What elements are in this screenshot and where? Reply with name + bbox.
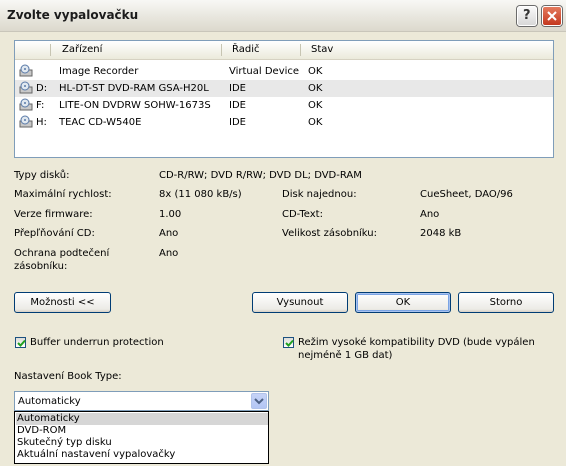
- drive-letter: D:: [36, 83, 48, 94]
- ok-button[interactable]: OK: [355, 292, 451, 313]
- title-bar: Zvolte vypalovačku ?: [0, 0, 566, 32]
- buffer-underrun-checkbox[interactable]: [15, 337, 26, 348]
- firmware-label: Verze firmware:: [14, 209, 93, 220]
- dvd-compat-checkbox[interactable]: [283, 337, 294, 348]
- header-device[interactable]: Zařízení: [62, 44, 102, 55]
- underrun-value: Ano: [159, 248, 179, 259]
- max-speed-label: Maximální rychlost:: [14, 189, 112, 200]
- device-controller: IDE: [229, 83, 246, 94]
- checkmark-icon: [285, 339, 294, 347]
- book-type-label: Nastavení Book Type:: [14, 371, 122, 382]
- overburn-value: Ano: [159, 228, 179, 239]
- list-item[interactable]: H: TEAC CD-W540E IDE OK: [15, 114, 553, 131]
- close-icon: [547, 11, 557, 21]
- eject-button[interactable]: Vysunout: [252, 292, 348, 313]
- device-status: OK: [308, 66, 323, 77]
- list-header: Zařízení Řadič Stav: [15, 41, 553, 60]
- drive-icon: [19, 115, 33, 128]
- device-status: OK: [308, 100, 323, 111]
- header-separator: [50, 44, 51, 56]
- disc-at-once-value: CueSheet, DAO/96: [420, 189, 513, 200]
- drive-letter: F:: [36, 100, 45, 111]
- drive-letter: H:: [36, 117, 47, 128]
- dvd-compat-label-line1[interactable]: Režim vysoké kompatibility DVD (bude vyp…: [298, 337, 535, 348]
- disc-at-once-label: Disk najednou:: [282, 189, 357, 200]
- device-name: Image Recorder: [59, 66, 139, 77]
- cancel-button[interactable]: Storno: [458, 292, 554, 313]
- checkmark-icon: [17, 339, 26, 347]
- chevron-down-icon: [254, 398, 264, 405]
- cdtext-label: CD-Text:: [282, 209, 323, 220]
- device-status: OK: [308, 117, 323, 128]
- overburn-label: Přepľňování CD:: [14, 228, 95, 239]
- header-separator: [300, 44, 301, 56]
- dropdown-arrow-button[interactable]: [251, 393, 267, 409]
- window-title: Zvolte vypalovačku: [7, 8, 139, 22]
- help-button[interactable]: ?: [517, 6, 537, 26]
- device-name: LITE-ON DVDRW SOHW-1673S: [59, 100, 211, 111]
- device-name: HL-DT-ST DVD-RAM GSA-H20L: [59, 83, 209, 94]
- burner-dialog: Zvolte vypalovačku ? Zařízení Řadič Stav…: [0, 0, 566, 466]
- buffer-underrun-label[interactable]: Buffer underrun protection: [30, 337, 164, 348]
- header-status[interactable]: Stav: [311, 44, 333, 55]
- disc-types-label: Typy disků:: [14, 170, 70, 181]
- device-controller: Virtual Device: [229, 66, 300, 77]
- underrun-label-line1: Ochrana podtečení: [14, 248, 110, 259]
- book-type-option[interactable]: Skutečný typ disku: [16, 437, 268, 449]
- drive-icon: [19, 98, 33, 111]
- firmware-value: 1.00: [159, 209, 182, 220]
- header-separator: [221, 44, 222, 56]
- buffer-size-label: Velikost zásobníku:: [282, 228, 377, 239]
- book-type-option[interactable]: DVD-ROM: [16, 425, 268, 437]
- book-type-option[interactable]: Aktuální nastavení vypalovačky: [16, 449, 268, 461]
- device-controller: IDE: [229, 100, 246, 111]
- max-speed-value: 8x (11 080 kB/s): [159, 189, 242, 200]
- buffer-size-value: 2048 kB: [420, 228, 462, 239]
- book-type-selected: Automaticky: [18, 396, 81, 407]
- options-button[interactable]: Možnosti <<: [14, 292, 111, 313]
- cdtext-value: Ano: [420, 209, 440, 220]
- book-type-option[interactable]: Automaticky: [16, 413, 268, 425]
- book-type-dropdown-list[interactable]: Automaticky DVD-ROM Skutečný typ disku A…: [14, 411, 269, 464]
- device-status: OK: [308, 83, 323, 94]
- dvd-compat-label-line2[interactable]: nejméně 1 GB dat): [298, 350, 392, 361]
- close-button[interactable]: [542, 6, 562, 26]
- header-controller[interactable]: Řadič: [232, 44, 259, 55]
- question-icon: ?: [523, 8, 531, 23]
- device-controller: IDE: [229, 117, 246, 128]
- device-list[interactable]: Zařízení Řadič Stav Image Recorder Virtu…: [14, 40, 554, 158]
- list-item[interactable]: Image Recorder Virtual Device OK: [15, 63, 553, 80]
- list-item[interactable]: D: HL-DT-ST DVD-RAM GSA-H20L IDE OK: [15, 80, 553, 97]
- book-type-select[interactable]: Automaticky: [14, 391, 269, 411]
- underrun-label-line2: zásobníku:: [14, 261, 68, 272]
- list-item[interactable]: F: LITE-ON DVDRW SOHW-1673S IDE OK: [15, 97, 553, 114]
- drive-icon: [19, 81, 33, 94]
- disc-types-value: CD-R/RW; DVD R/RW; DVD DL; DVD-RAM: [159, 170, 362, 181]
- device-name: TEAC CD-W540E: [59, 117, 142, 128]
- drive-icon: [19, 64, 33, 77]
